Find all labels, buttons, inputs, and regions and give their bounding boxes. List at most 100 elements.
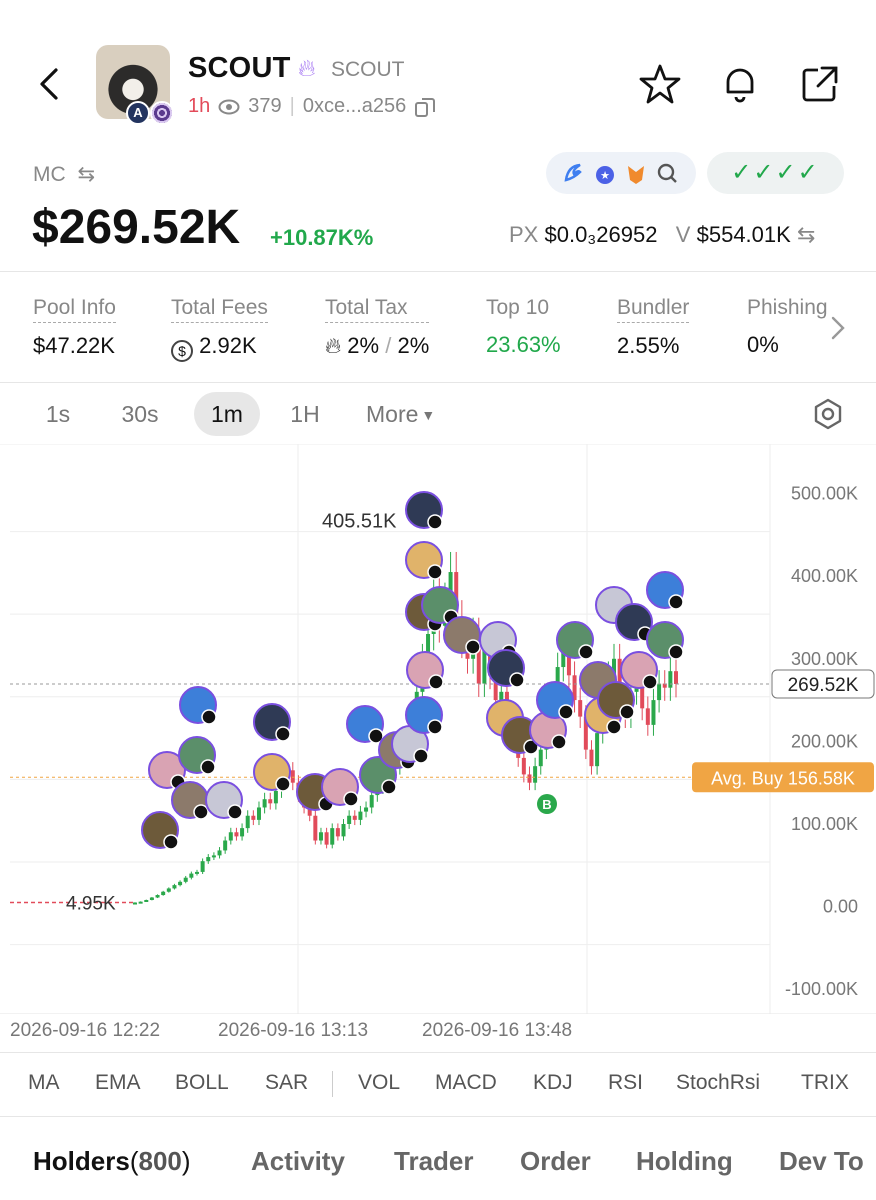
candle-body [217, 850, 222, 856]
stat-value-buy: 2% [347, 333, 380, 358]
indicator-boll[interactable]: BOLL [175, 1071, 229, 1095]
security-checks[interactable]: ✓✓✓✓ [707, 152, 844, 194]
market-cap-toggle[interactable]: MC ⇆ [33, 162, 95, 187]
contract-address[interactable]: 0xce...a256 [303, 95, 406, 118]
x-label-2: 2026-09-16 13:13 [218, 1020, 369, 1041]
candle-body [482, 650, 487, 684]
star-icon[interactable] [638, 62, 682, 106]
stat-value: 2.92K [199, 333, 257, 358]
stat-pool-info[interactable]: Pool Info $47.22K [33, 296, 116, 359]
stat-phishing[interactable]: Phishing 0% [747, 296, 840, 358]
chart-settings-icon[interactable] [812, 398, 844, 430]
tab-order[interactable]: Order [520, 1146, 591, 1177]
timeframe-30s[interactable]: 30s [110, 392, 170, 436]
tax-flame-icon: 🔥︎ [325, 333, 342, 358]
candle-body [138, 901, 143, 904]
avg-buy-label: Avg. Buy 156.58K [711, 768, 855, 788]
tab-dev-tokens[interactable]: Dev To [779, 1146, 876, 1177]
candle-body [538, 749, 543, 767]
indicator-ema[interactable]: EMA [95, 1071, 141, 1095]
tab-holders[interactable]: Holders(800) [33, 1146, 191, 1177]
candle-body [578, 700, 583, 717]
candle-body [200, 861, 205, 872]
candle-body [313, 815, 318, 841]
volume-label: V [675, 222, 691, 247]
trader-badge-icon [558, 704, 574, 720]
launchpad-badge-icon [150, 101, 174, 125]
stat-value-row: $ 2.92K [171, 333, 268, 362]
token-ticker: SCOUT [331, 58, 405, 81]
timeframe-1s[interactable]: 1s [36, 392, 80, 436]
candle-body [364, 807, 369, 812]
indicator-stochrsi[interactable]: StochRsi [676, 1071, 760, 1095]
candle-body [262, 799, 267, 808]
trader-badge-icon [578, 644, 594, 660]
tab-trader[interactable]: Trader [394, 1146, 474, 1177]
y-tick-label: 300.00K [791, 649, 858, 669]
divider [0, 382, 876, 383]
back-arrow-icon[interactable] [30, 62, 70, 106]
meta-divider: | [289, 95, 295, 117]
price-chart[interactable]: 500.00K 400.00K 300.00K 200.00K 100.00K 0.00 -… [0, 444, 876, 1014]
audit-badges[interactable]: ★ [546, 152, 696, 194]
audit-badge-icons: ★ [564, 163, 677, 184]
y-tick-label: 100.00K [791, 814, 858, 834]
x-label-1: 2026-09-16 12:22 [10, 1020, 161, 1041]
stat-value: 2.55% [617, 333, 680, 358]
stat-label: Bundler [617, 296, 690, 323]
timeframe-more[interactable]: More ▼ [366, 392, 450, 436]
candle-body [245, 815, 250, 829]
candle-body [256, 807, 261, 820]
flame-icon: 🔥︎ [298, 55, 316, 82]
copy-icon[interactable] [414, 96, 436, 118]
stat-value: 0% [747, 332, 779, 357]
timeframe-1m[interactable]: 1m [194, 392, 260, 436]
candle-body [268, 799, 273, 804]
candle-body [369, 795, 374, 808]
token-avatar[interactable]: A [96, 45, 174, 125]
candle-body [228, 832, 233, 841]
candle-body [651, 700, 656, 725]
tab-holding[interactable]: Holding [636, 1146, 733, 1177]
trader-badge-icon [668, 594, 684, 610]
volume-swap-icon[interactable]: ⇆ [797, 222, 815, 247]
candle-body [318, 832, 323, 841]
x-label-3: 2026-09-16 13:48 [422, 1020, 573, 1041]
candle-body [166, 888, 171, 892]
share-icon[interactable] [798, 62, 842, 106]
candle-body [178, 881, 183, 886]
indicator-ma[interactable]: MA [28, 1071, 60, 1095]
candle-body [172, 885, 177, 889]
indicator-rsi[interactable]: RSI [608, 1071, 643, 1095]
indicator-kdj[interactable]: KDJ [533, 1071, 573, 1095]
trader-badge-icon [200, 759, 216, 775]
stat-total-tax[interactable]: Total Tax 🔥︎ 2% / 2% [325, 296, 430, 359]
indicator-sar[interactable]: SAR [265, 1071, 308, 1095]
trader-badge-icon [509, 672, 525, 688]
trader-badge-icon [275, 726, 291, 742]
indicator-trix[interactable]: TRIX [801, 1071, 849, 1095]
timeframe-more-label: More [366, 401, 419, 427]
stat-top10[interactable]: Top 10 23.63% [486, 296, 561, 358]
trader-badge-icon [413, 748, 429, 764]
stat-bundler[interactable]: Bundler 2.55% [617, 296, 690, 359]
indicator-vol[interactable]: VOL [358, 1071, 400, 1095]
candle-body [358, 811, 363, 820]
candle-body [194, 871, 199, 874]
trader-badge-icon [343, 791, 359, 807]
bell-icon[interactable] [718, 62, 762, 106]
chevron-right-icon[interactable] [828, 314, 848, 342]
stat-value-row: 🔥︎ 2% / 2% [325, 333, 430, 358]
tab-holders-label: Holders [33, 1146, 130, 1176]
trader-badge-icon [227, 804, 243, 820]
stat-label: Phishing [747, 296, 828, 319]
view-count: 379 [248, 95, 282, 117]
timeframe-1h[interactable]: 1H [283, 392, 327, 436]
candle-body [211, 855, 216, 858]
candle-body [149, 897, 154, 900]
candle-body [290, 770, 295, 783]
indicator-macd[interactable]: MACD [435, 1071, 497, 1095]
stat-total-fees[interactable]: Total Fees $ 2.92K [171, 296, 268, 362]
trader-badge-icon [619, 704, 635, 720]
tab-activity[interactable]: Activity [251, 1146, 345, 1177]
